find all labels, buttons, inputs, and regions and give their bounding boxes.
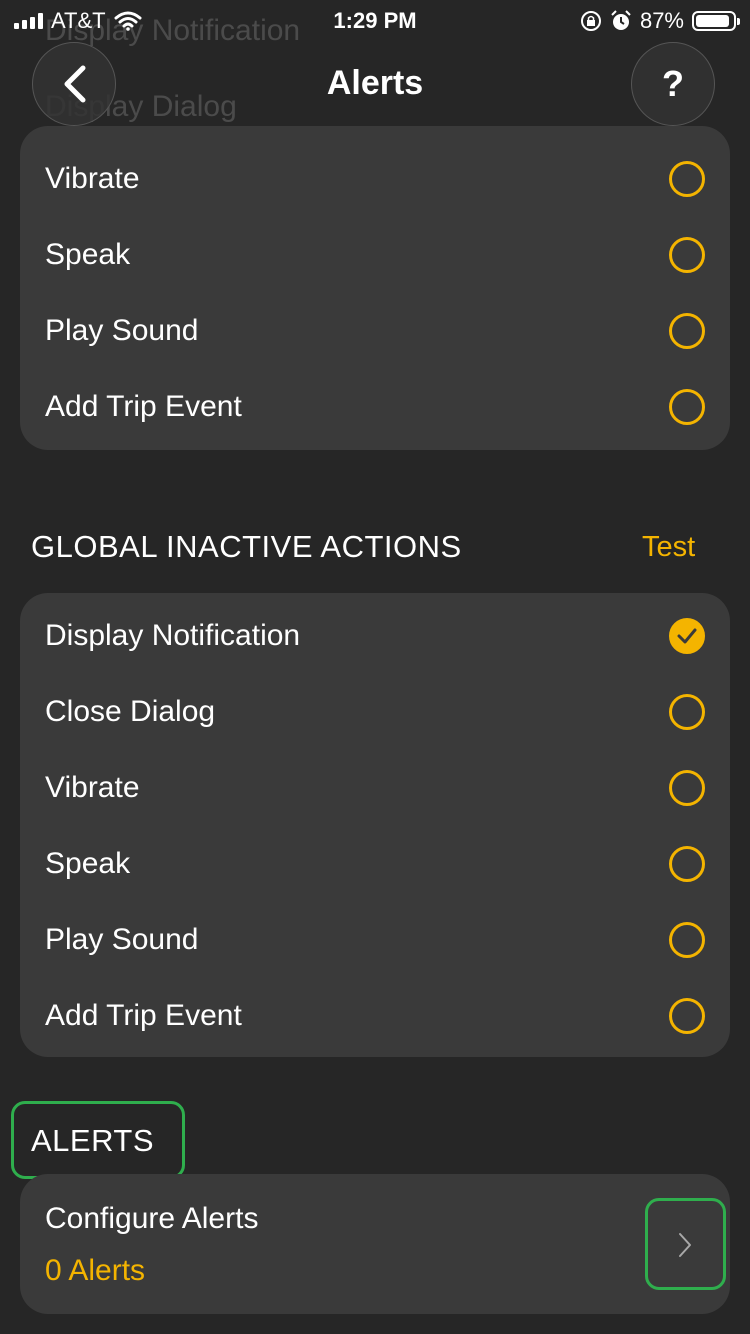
action-row-speak[interactable]: Speak <box>20 217 730 293</box>
action-row-play-sound[interactable]: Play Sound <box>20 902 730 978</box>
radio-unchecked[interactable] <box>669 389 705 425</box>
radio-unchecked[interactable] <box>669 694 705 730</box>
action-row-add-trip-event[interactable]: Add Trip Event <box>20 369 730 445</box>
radio-unchecked[interactable] <box>669 998 705 1034</box>
alerts-count-label: 0 Alerts <box>45 1254 146 1287</box>
radio-unchecked[interactable] <box>669 846 705 882</box>
row-label: Play Sound <box>45 314 199 347</box>
checkmark-icon <box>677 628 697 644</box>
orientation-lock-icon <box>580 11 601 31</box>
battery-icon <box>692 11 740 31</box>
highlight-box-chevron <box>645 1198 726 1290</box>
row-label: Add Trip Event <box>45 999 242 1032</box>
action-row-vibrate[interactable]: Vibrate <box>20 750 730 826</box>
radio-unchecked[interactable] <box>669 922 705 958</box>
active-actions-card: Vibrate Speak Play Sound Add Trip Event <box>20 126 730 450</box>
help-button[interactable]: ? <box>631 42 715 126</box>
section-header-inactive: GLOBAL INACTIVE ACTIONS <box>31 529 462 564</box>
radio-unchecked[interactable] <box>669 313 705 349</box>
configure-alerts-card[interactable]: Configure Alerts 0 Alerts <box>20 1174 730 1314</box>
radio-unchecked[interactable] <box>669 770 705 806</box>
action-row-close-dialog[interactable]: Close Dialog <box>20 674 730 750</box>
configure-alerts-label: Configure Alerts <box>45 1202 259 1235</box>
action-row-play-sound[interactable]: Play Sound <box>20 293 730 369</box>
row-label: Display Notification <box>45 619 301 652</box>
row-label: Add Trip Event <box>45 390 242 423</box>
row-label: Play Sound <box>45 923 199 956</box>
row-label: Vibrate <box>45 771 140 804</box>
inactive-actions-card: Display Notification Close Dialog Vibrat… <box>20 593 730 1057</box>
action-row-add-trip-event[interactable]: Add Trip Event <box>20 978 730 1054</box>
status-right: 87% <box>580 8 740 34</box>
navigation-bar: Alerts ? <box>0 40 750 130</box>
action-row-vibrate[interactable]: Vibrate <box>20 141 730 217</box>
row-label: Close Dialog <box>45 695 216 728</box>
test-button[interactable]: Test <box>642 531 695 564</box>
radio-unchecked[interactable] <box>669 161 705 197</box>
row-label: Speak <box>45 847 131 880</box>
action-row-speak[interactable]: Speak <box>20 826 730 902</box>
radio-unchecked[interactable] <box>669 237 705 273</box>
row-label: Speak <box>45 238 131 271</box>
highlight-box-alerts-header <box>11 1101 185 1179</box>
alarm-icon <box>611 10 631 30</box>
status-bar: AT&T 1:29 PM 87% <box>0 0 750 40</box>
action-row-display-notification[interactable]: Display Notification <box>20 598 730 674</box>
radio-checked[interactable] <box>669 618 705 654</box>
row-label: Vibrate <box>45 162 140 195</box>
battery-percent: 87% <box>639 8 684 33</box>
